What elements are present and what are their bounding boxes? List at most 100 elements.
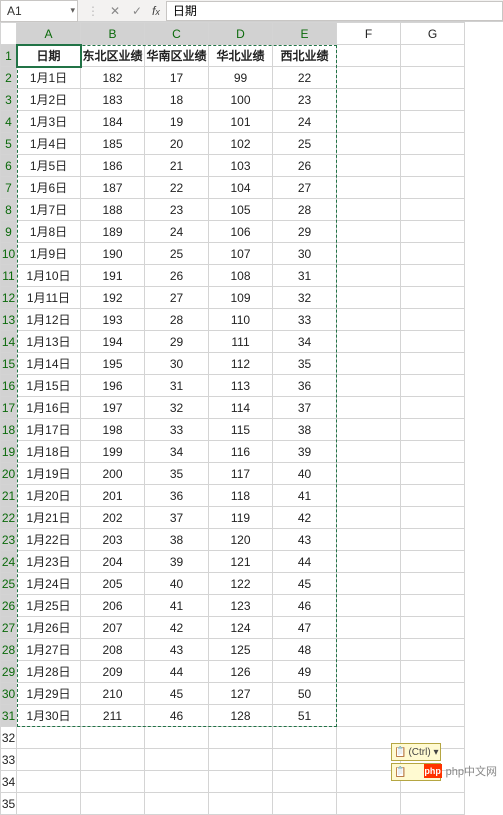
cell-A31[interactable]: 1月30日 bbox=[17, 705, 81, 727]
row-header-18[interactable]: 18 bbox=[1, 419, 17, 441]
cell-B17[interactable]: 197 bbox=[81, 397, 145, 419]
cell-E20[interactable]: 40 bbox=[273, 463, 337, 485]
cell-D32[interactable] bbox=[209, 727, 273, 749]
cell-B18[interactable]: 198 bbox=[81, 419, 145, 441]
cell-E19[interactable]: 39 bbox=[273, 441, 337, 463]
cell-E14[interactable]: 34 bbox=[273, 331, 337, 353]
cell-F29[interactable] bbox=[337, 661, 401, 683]
cell-C33[interactable] bbox=[145, 749, 209, 771]
cell-A18[interactable]: 1月17日 bbox=[17, 419, 81, 441]
cell-D33[interactable] bbox=[209, 749, 273, 771]
cell-F7[interactable] bbox=[337, 177, 401, 199]
cell-A35[interactable] bbox=[17, 793, 81, 815]
cell-E15[interactable]: 35 bbox=[273, 353, 337, 375]
fx-icon[interactable]: fx bbox=[152, 4, 160, 18]
cell-F19[interactable] bbox=[337, 441, 401, 463]
row-header-2[interactable]: 2 bbox=[1, 67, 17, 89]
cell-F13[interactable] bbox=[337, 309, 401, 331]
row-header-26[interactable]: 26 bbox=[1, 595, 17, 617]
cell-F24[interactable] bbox=[337, 551, 401, 573]
row-header-13[interactable]: 13 bbox=[1, 309, 17, 331]
select-all-corner[interactable] bbox=[1, 23, 17, 45]
cell-D24[interactable]: 121 bbox=[209, 551, 273, 573]
cell-F18[interactable] bbox=[337, 419, 401, 441]
cell-B30[interactable]: 210 bbox=[81, 683, 145, 705]
row-header-5[interactable]: 5 bbox=[1, 133, 17, 155]
row-header-19[interactable]: 19 bbox=[1, 441, 17, 463]
cell-A17[interactable]: 1月16日 bbox=[17, 397, 81, 419]
cell-E12[interactable]: 32 bbox=[273, 287, 337, 309]
cell-G8[interactable] bbox=[401, 199, 465, 221]
cell-C4[interactable]: 19 bbox=[145, 111, 209, 133]
cell-G17[interactable] bbox=[401, 397, 465, 419]
row-header-16[interactable]: 16 bbox=[1, 375, 17, 397]
cell-D17[interactable]: 114 bbox=[209, 397, 273, 419]
paste-options-button[interactable]: 📋 (Ctrl) ▾ bbox=[391, 743, 441, 761]
cell-G1[interactable] bbox=[401, 45, 465, 67]
row-header-8[interactable]: 8 bbox=[1, 199, 17, 221]
cell-A33[interactable] bbox=[17, 749, 81, 771]
cell-D2[interactable]: 99 bbox=[209, 67, 273, 89]
cell-B22[interactable]: 202 bbox=[81, 507, 145, 529]
row-header-1[interactable]: 1 bbox=[1, 45, 17, 67]
cell-G14[interactable] bbox=[401, 331, 465, 353]
cell-C1[interactable]: 华南区业绩 bbox=[145, 45, 209, 67]
cell-G9[interactable] bbox=[401, 221, 465, 243]
column-header-B[interactable]: B bbox=[81, 23, 145, 45]
cell-C3[interactable]: 18 bbox=[145, 89, 209, 111]
cell-E34[interactable] bbox=[273, 771, 337, 793]
cell-B3[interactable]: 183 bbox=[81, 89, 145, 111]
cell-A3[interactable]: 1月2日 bbox=[17, 89, 81, 111]
cell-C22[interactable]: 37 bbox=[145, 507, 209, 529]
cell-B7[interactable]: 187 bbox=[81, 177, 145, 199]
cell-G22[interactable] bbox=[401, 507, 465, 529]
cell-E18[interactable]: 38 bbox=[273, 419, 337, 441]
column-header-C[interactable]: C bbox=[145, 23, 209, 45]
cell-G25[interactable] bbox=[401, 573, 465, 595]
cell-C13[interactable]: 28 bbox=[145, 309, 209, 331]
cell-G21[interactable] bbox=[401, 485, 465, 507]
cell-F11[interactable] bbox=[337, 265, 401, 287]
cell-G29[interactable] bbox=[401, 661, 465, 683]
cell-G35[interactable] bbox=[401, 793, 465, 815]
cell-A7[interactable]: 1月6日 bbox=[17, 177, 81, 199]
cell-F1[interactable] bbox=[337, 45, 401, 67]
cell-A12[interactable]: 1月11日 bbox=[17, 287, 81, 309]
cell-F16[interactable] bbox=[337, 375, 401, 397]
cell-B14[interactable]: 194 bbox=[81, 331, 145, 353]
cell-F5[interactable] bbox=[337, 133, 401, 155]
cell-F10[interactable] bbox=[337, 243, 401, 265]
row-header-29[interactable]: 29 bbox=[1, 661, 17, 683]
cell-D26[interactable]: 123 bbox=[209, 595, 273, 617]
cell-A21[interactable]: 1月20日 bbox=[17, 485, 81, 507]
cell-C35[interactable] bbox=[145, 793, 209, 815]
cell-D7[interactable]: 104 bbox=[209, 177, 273, 199]
cell-C24[interactable]: 39 bbox=[145, 551, 209, 573]
row-header-31[interactable]: 31 bbox=[1, 705, 17, 727]
column-header-E[interactable]: E bbox=[273, 23, 337, 45]
cell-B12[interactable]: 192 bbox=[81, 287, 145, 309]
cell-G6[interactable] bbox=[401, 155, 465, 177]
cell-G3[interactable] bbox=[401, 89, 465, 111]
row-header-9[interactable]: 9 bbox=[1, 221, 17, 243]
cell-D16[interactable]: 113 bbox=[209, 375, 273, 397]
cell-G31[interactable] bbox=[401, 705, 465, 727]
cell-G23[interactable] bbox=[401, 529, 465, 551]
cell-D34[interactable] bbox=[209, 771, 273, 793]
cell-C32[interactable] bbox=[145, 727, 209, 749]
cell-B21[interactable]: 201 bbox=[81, 485, 145, 507]
cell-G28[interactable] bbox=[401, 639, 465, 661]
cell-C34[interactable] bbox=[145, 771, 209, 793]
cell-D14[interactable]: 111 bbox=[209, 331, 273, 353]
cell-D4[interactable]: 101 bbox=[209, 111, 273, 133]
cell-F9[interactable] bbox=[337, 221, 401, 243]
cell-D10[interactable]: 107 bbox=[209, 243, 273, 265]
cell-G2[interactable] bbox=[401, 67, 465, 89]
cell-B32[interactable] bbox=[81, 727, 145, 749]
row-header-4[interactable]: 4 bbox=[1, 111, 17, 133]
cell-C11[interactable]: 26 bbox=[145, 265, 209, 287]
cell-E2[interactable]: 22 bbox=[273, 67, 337, 89]
row-header-12[interactable]: 12 bbox=[1, 287, 17, 309]
row-header-11[interactable]: 11 bbox=[1, 265, 17, 287]
cell-C27[interactable]: 42 bbox=[145, 617, 209, 639]
